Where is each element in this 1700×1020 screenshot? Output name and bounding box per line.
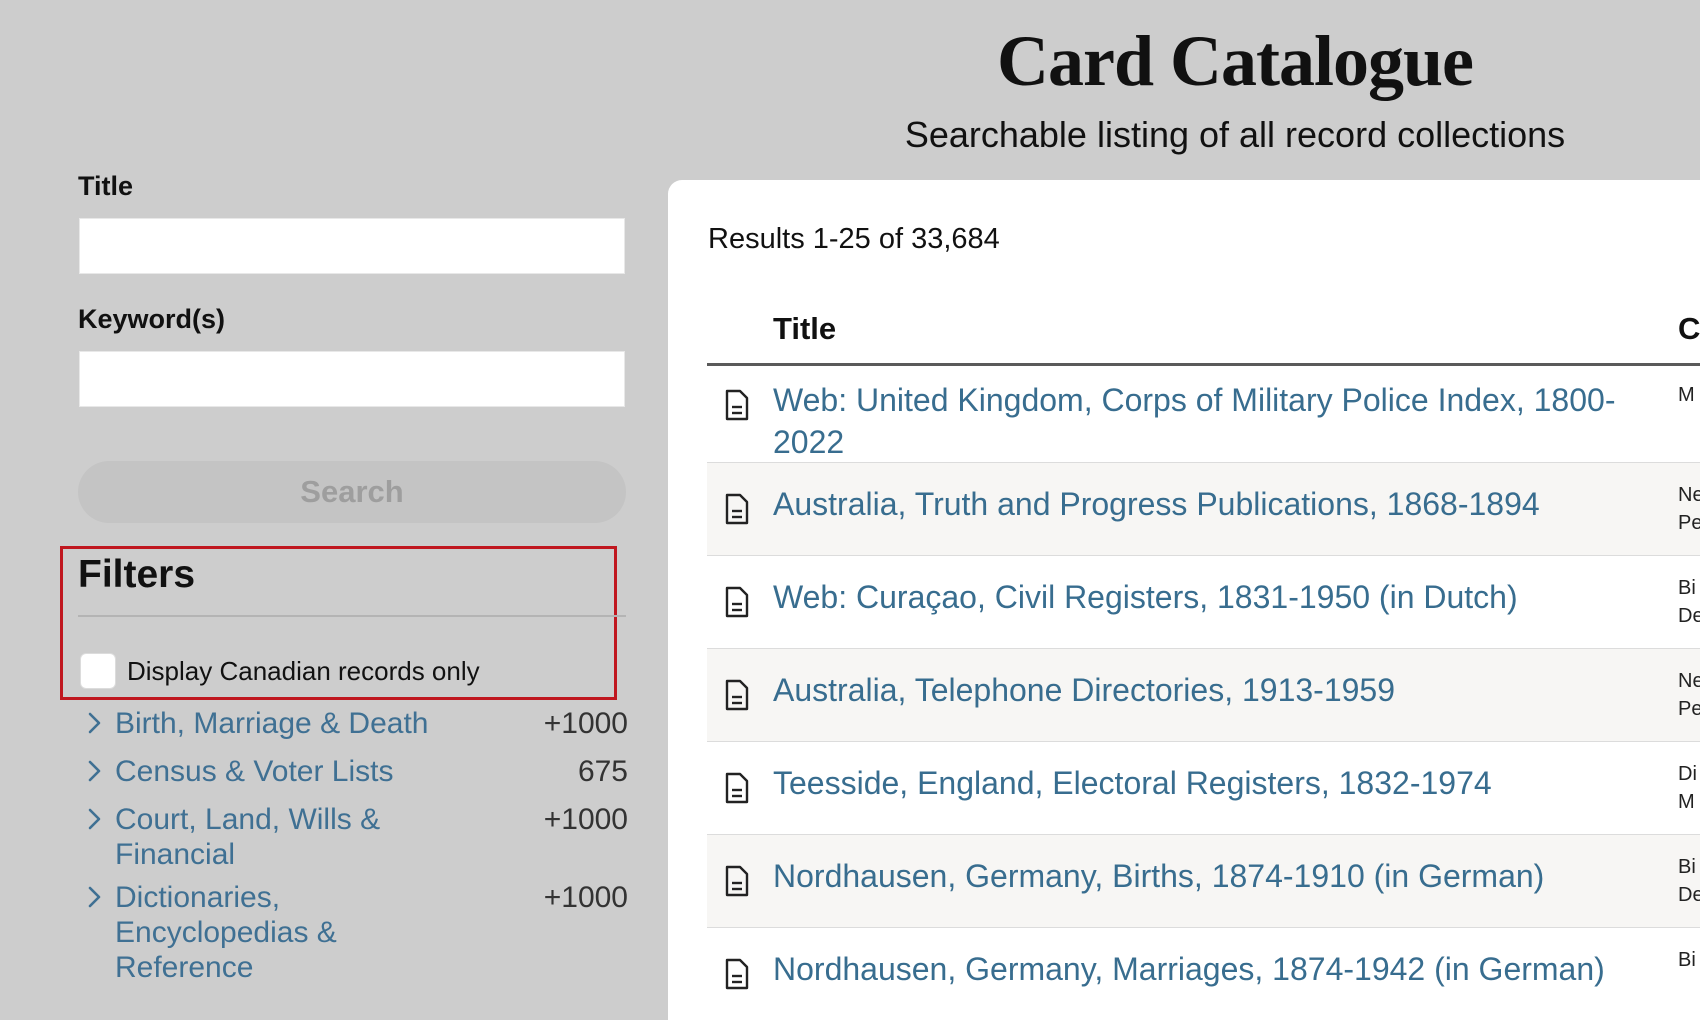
category-item-court-land-wills-financial[interactable]: Court, Land, Wills & Financial +1000 — [78, 802, 628, 874]
canadian-only-label[interactable]: Display Canadian records only — [127, 654, 480, 688]
table-row: Web: United Kingdom, Corps of Military P… — [707, 366, 1700, 463]
title-input[interactable] — [79, 218, 625, 274]
table-row: Web: Curaçao, Civil Registers, 1831-1950… — [707, 556, 1700, 649]
results-count: Results 1-25 of 33,684 — [708, 223, 1000, 255]
result-category: Bi De — [1678, 577, 1700, 627]
result-title-link[interactable]: Web: United Kingdom, Corps of Military P… — [773, 379, 1653, 463]
result-title-link[interactable]: Nordhausen, Germany, Marriages, 1874-194… — [773, 948, 1653, 990]
result-category: M — [1678, 384, 1695, 406]
column-header-title[interactable]: Title — [773, 310, 836, 348]
result-category: Bi De — [1678, 856, 1700, 906]
category-label[interactable]: Birth, Marriage & Death — [115, 706, 475, 741]
document-icon — [725, 586, 749, 618]
result-title-link[interactable]: Nordhausen, Germany, Births, 1874-1910 (… — [773, 855, 1653, 897]
category-count: +1000 — [543, 707, 628, 740]
keywords-input[interactable] — [79, 351, 625, 407]
document-icon — [725, 679, 749, 711]
result-title-link[interactable]: Australia, Truth and Progress Publicatio… — [773, 483, 1653, 525]
category-item-birth-marriage-death[interactable]: Birth, Marriage & Death +1000 — [78, 706, 628, 746]
page-title: Card Catalogue — [997, 21, 1474, 101]
result-title-link[interactable]: Teesside, England, Electoral Registers, … — [773, 762, 1653, 804]
category-item-dictionaries-encyclopedias-reference[interactable]: Dictionaries, Encyclopedias & Reference … — [78, 880, 628, 984]
document-icon — [725, 389, 749, 421]
category-label[interactable]: Dictionaries, Encyclopedias & Reference — [115, 880, 475, 985]
result-title-link[interactable]: Australia, Telephone Directories, 1913-1… — [773, 669, 1653, 711]
chevron-right-icon — [88, 808, 101, 830]
title-field-label: Title — [78, 171, 134, 201]
document-icon — [725, 958, 749, 990]
filters-divider — [78, 615, 626, 617]
category-label[interactable]: Census & Voter Lists — [115, 754, 475, 789]
search-button[interactable]: Search — [78, 461, 626, 523]
table-row: Australia, Telephone Directories, 1913-1… — [707, 649, 1700, 742]
canadian-only-checkbox[interactable] — [80, 653, 116, 689]
document-icon — [725, 772, 749, 804]
table-row: Australia, Truth and Progress Publicatio… — [707, 463, 1700, 556]
category-count: +1000 — [543, 803, 628, 836]
document-icon — [725, 865, 749, 897]
result-category: Bi — [1678, 949, 1696, 971]
table-row: Teesside, England, Electoral Registers, … — [707, 742, 1700, 835]
table-row: Nordhausen, Germany, Births, 1874-1910 (… — [707, 835, 1700, 928]
result-category: Ne Pe — [1678, 670, 1700, 720]
result-category: Ne Pe — [1678, 484, 1700, 534]
result-category: Di M — [1678, 763, 1697, 813]
filters-heading: Filters — [78, 553, 196, 596]
keywords-field-label: Keyword(s) — [78, 304, 226, 334]
column-header-category[interactable]: C — [1678, 310, 1700, 348]
category-count: 675 — [577, 755, 628, 788]
chevron-right-icon — [88, 886, 101, 908]
category-label[interactable]: Court, Land, Wills & Financial — [115, 802, 475, 872]
result-title-link[interactable]: Web: Curaçao, Civil Registers, 1831-1950… — [773, 576, 1653, 618]
category-item-census-voter-lists[interactable]: Census & Voter Lists 675 — [78, 754, 628, 794]
chevron-right-icon — [88, 760, 101, 782]
page-subtitle: Searchable listing of all record collect… — [904, 114, 1566, 155]
category-count: +1000 — [543, 881, 628, 914]
table-row: Nordhausen, Germany, Marriages, 1874-194… — [707, 928, 1700, 1000]
document-icon — [725, 493, 749, 525]
chevron-right-icon — [88, 712, 101, 734]
